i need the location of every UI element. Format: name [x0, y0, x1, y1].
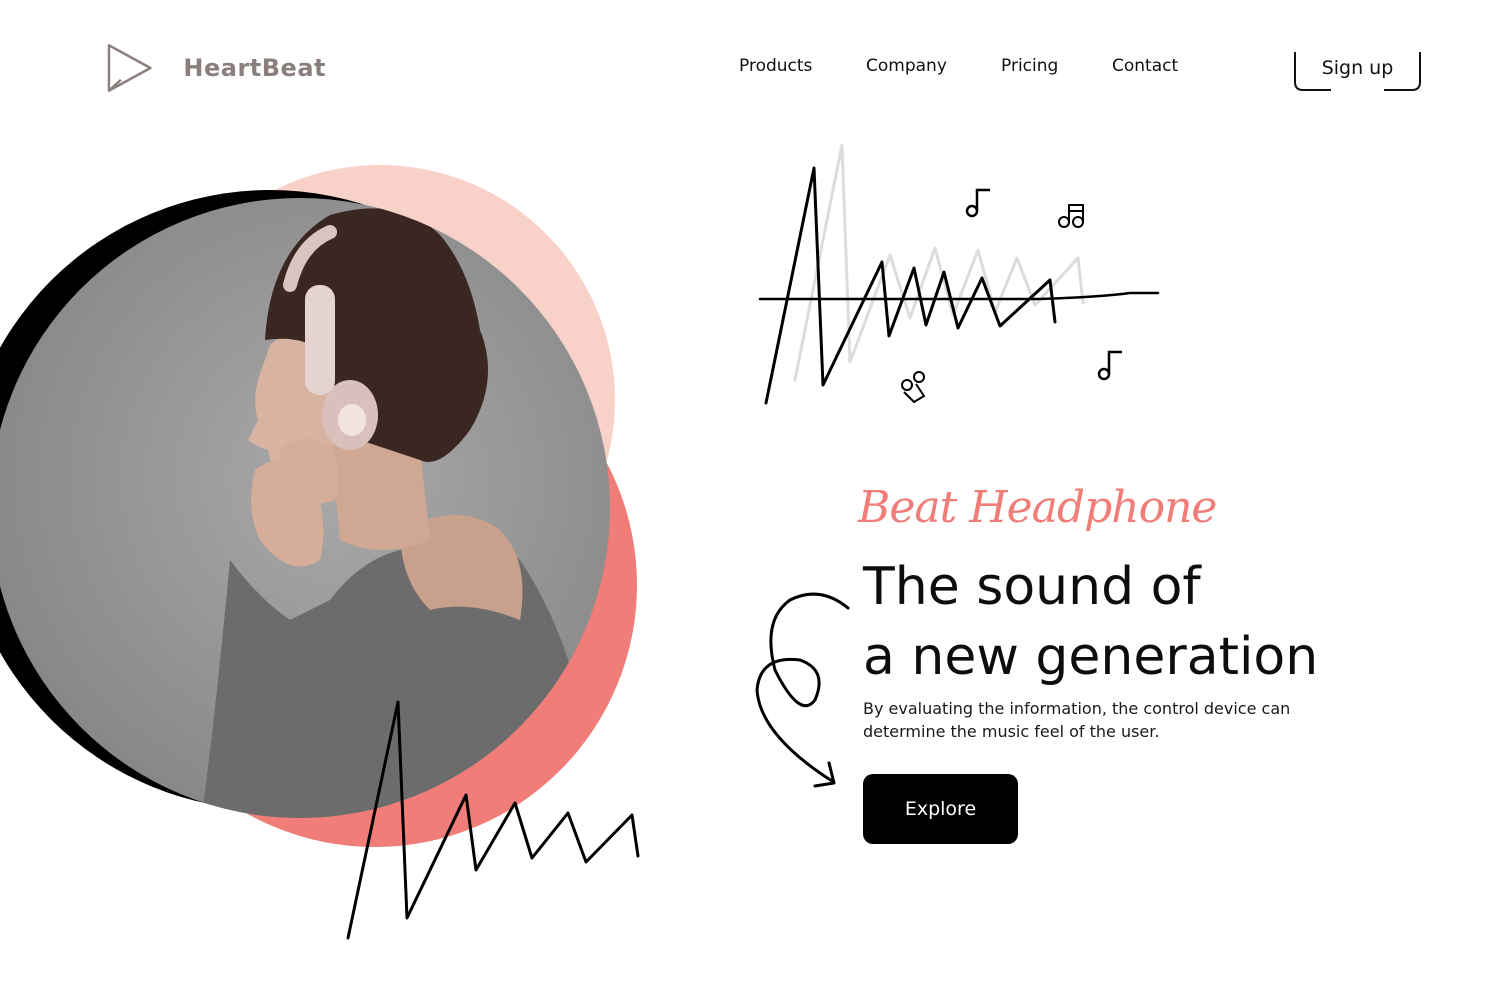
play-triangle-icon [107, 44, 152, 92]
hero-photo-composition [0, 165, 640, 940]
nav-item-company[interactable]: Company [866, 56, 947, 76]
music-note-icon [1097, 350, 1122, 381]
hero-subtitle: Beat Headphone [858, 482, 1217, 533]
explore-button[interactable]: Explore [863, 774, 1018, 844]
nav-item-pricing[interactable]: Pricing [1001, 56, 1058, 76]
headline-line-1: The sound of [863, 557, 1201, 617]
headline-line-2: a new generation [863, 627, 1319, 687]
double-music-note-icon [1058, 204, 1084, 228]
brand-logo[interactable]: HeartBeat [106, 41, 326, 95]
signup-label: Sign up [1321, 57, 1394, 79]
hero-headline: The sound of a new generation [863, 552, 1318, 692]
waveform-illustration [758, 143, 1160, 405]
curl-arrow-icon [755, 592, 850, 788]
hero-description: By evaluating the information, the contr… [863, 699, 1291, 741]
signup-button[interactable]: Sign up [1294, 52, 1421, 92]
nav-item-contact[interactable]: Contact [1112, 56, 1178, 76]
brand-name: HeartBeat [183, 54, 326, 82]
music-note-icon [965, 188, 990, 218]
nav-item-products[interactable]: Products [739, 56, 812, 76]
music-note-icon [901, 371, 926, 404]
